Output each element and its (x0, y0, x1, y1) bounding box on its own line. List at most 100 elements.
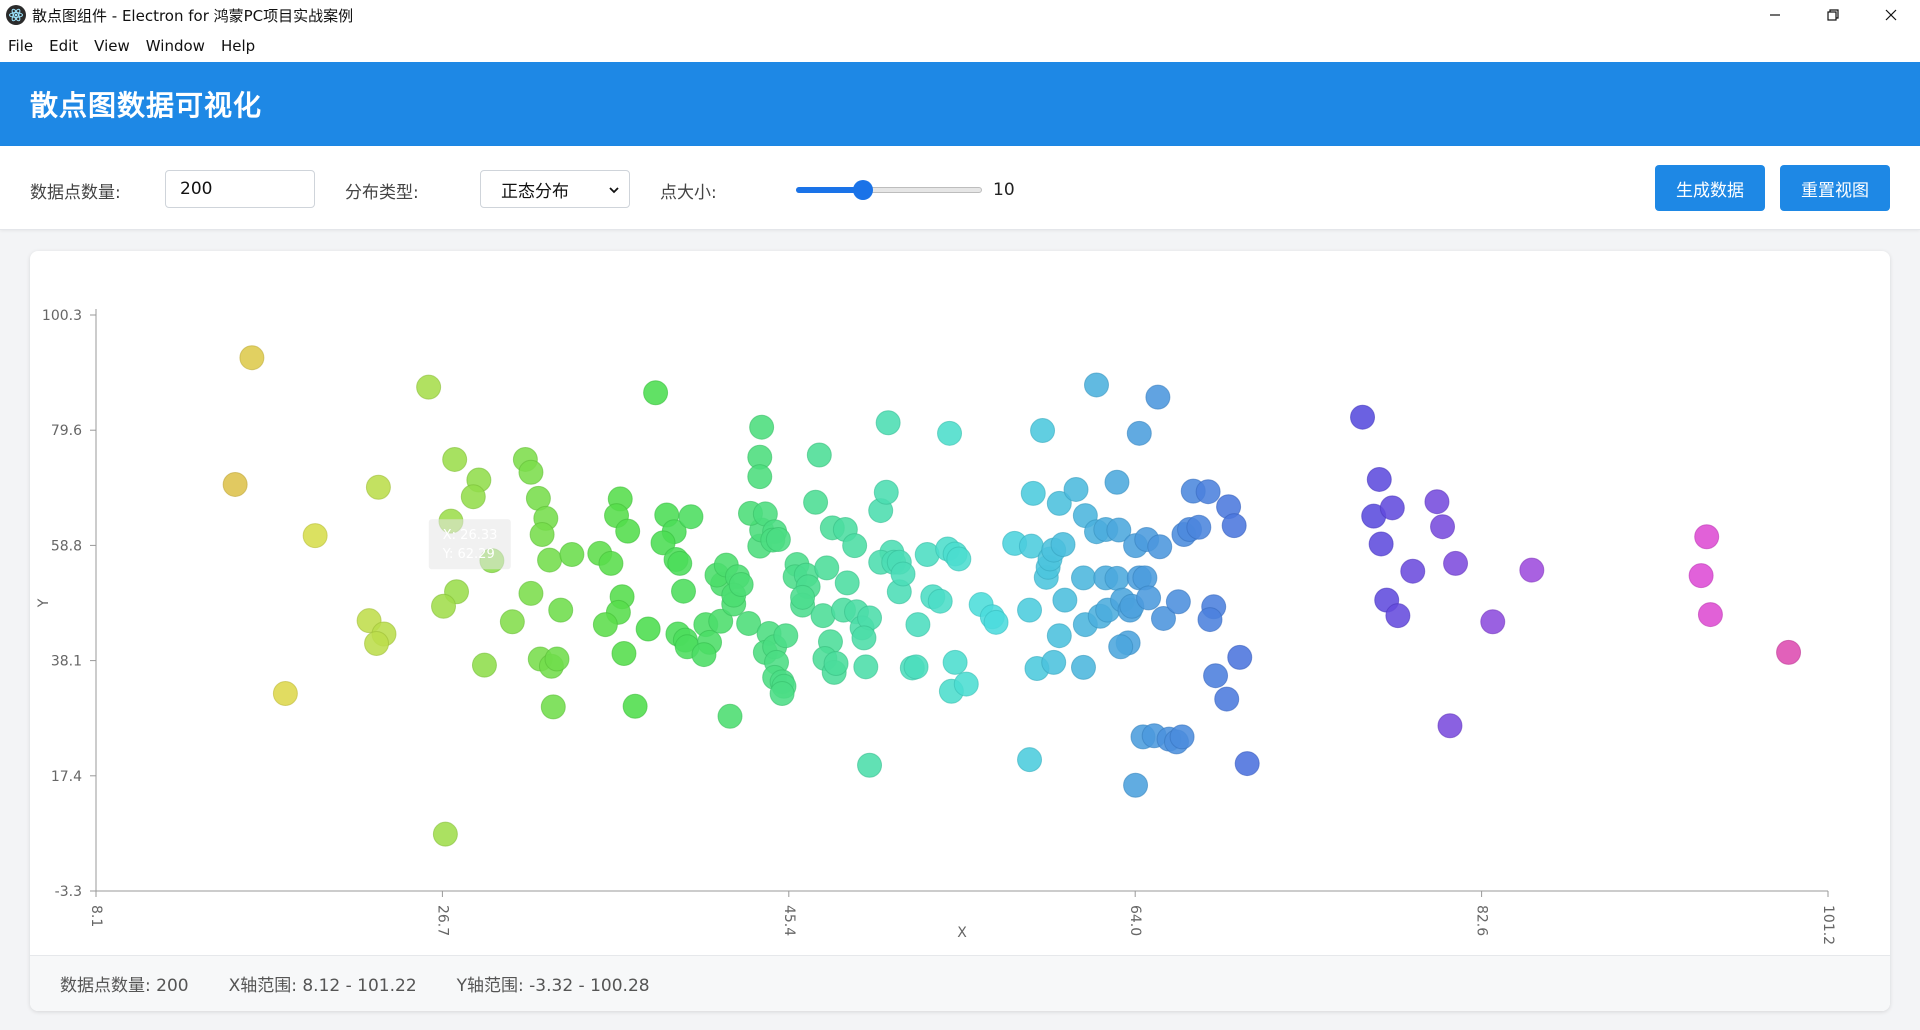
scatter-point[interactable] (667, 550, 693, 576)
scatter-point[interactable] (1443, 550, 1469, 576)
scatter-point[interactable] (717, 703, 743, 729)
scatter-point[interactable] (1697, 602, 1723, 628)
scatter-point[interactable] (983, 609, 1009, 635)
scatter-point[interactable] (460, 484, 486, 510)
scatter-point[interactable] (773, 623, 799, 649)
reset-view-button[interactable]: 重置视图 (1780, 165, 1890, 211)
scatter-plot[interactable]: 100.3 79.6 58.8 38.1 17.4 -3.3 8.1 26.7 45.4 64.0… (30, 251, 1890, 951)
scatter-point[interactable] (671, 578, 697, 604)
scatter-point[interactable] (1227, 644, 1253, 670)
point-size-slider[interactable] (796, 176, 982, 202)
scatter-point[interactable] (953, 671, 979, 697)
scatter-point[interactable] (1030, 418, 1056, 444)
scatter-point[interactable] (1203, 663, 1229, 689)
scatter-point[interactable] (1084, 372, 1110, 398)
scatter-point[interactable] (749, 414, 775, 440)
scatter-point[interactable] (1214, 686, 1240, 712)
scatter-point[interactable] (1379, 495, 1405, 521)
scatter-point[interactable] (1519, 557, 1545, 583)
scatter-point[interactable] (790, 584, 816, 610)
distribution-select[interactable]: 正态分布 (480, 170, 630, 208)
scatter-point[interactable] (1400, 558, 1426, 584)
scatter-point[interactable] (1385, 603, 1411, 629)
scatter-point[interactable] (1366, 466, 1392, 492)
scatter-point[interactable] (1063, 476, 1089, 502)
scatter-point[interactable] (1165, 589, 1191, 615)
scatter-point[interactable] (1195, 479, 1221, 505)
scatter-point[interactable] (903, 654, 929, 680)
scatter-point[interactable] (518, 580, 544, 606)
scatter-point[interactable] (803, 489, 829, 515)
scatter-point[interactable] (678, 504, 704, 530)
scatter-point[interactable] (1126, 420, 1152, 446)
scatter-point[interactable] (1070, 565, 1096, 591)
scatter-point[interactable] (559, 542, 585, 568)
scatter-point[interactable] (1104, 565, 1130, 591)
scatter-point[interactable] (365, 474, 391, 500)
scatter-point[interactable] (548, 597, 574, 623)
scatter-point[interactable] (1169, 724, 1195, 750)
scatter-point[interactable] (1186, 514, 1212, 540)
scatter-point[interactable] (747, 464, 773, 490)
scatter-point[interactable] (946, 546, 972, 572)
scatter-point[interactable] (544, 646, 570, 672)
scatter-point[interactable] (842, 533, 868, 559)
scatter-point[interactable] (416, 374, 442, 400)
scatter-point[interactable] (1104, 469, 1130, 495)
scatter-point[interactable] (611, 640, 637, 666)
scatter-point[interactable] (1052, 587, 1078, 613)
scatter-point[interactable] (598, 550, 624, 576)
scatter-point[interactable] (222, 471, 248, 497)
scatter-point[interactable] (1424, 489, 1450, 515)
scatter-point[interactable] (499, 609, 525, 635)
restore-button[interactable] (1804, 0, 1862, 30)
scatter-point[interactable] (1050, 532, 1076, 558)
scatter-point[interactable] (851, 625, 877, 651)
scatter-point[interactable] (272, 681, 298, 707)
scatter-point[interactable] (765, 527, 791, 553)
slider-thumb[interactable] (852, 180, 873, 200)
scatter-point[interactable] (823, 650, 849, 676)
scatter-point[interactable] (518, 459, 544, 485)
scatter-point[interactable] (1776, 639, 1802, 665)
scatter-point[interactable] (691, 642, 717, 668)
scatter-point[interactable] (873, 479, 899, 505)
scatter-point[interactable] (442, 446, 468, 472)
scatter-point[interactable] (890, 561, 916, 587)
scatter-point[interactable] (1197, 607, 1223, 633)
scatter-point[interactable] (1368, 531, 1394, 557)
scatter-point[interactable] (364, 630, 390, 656)
scatter-point[interactable] (1437, 713, 1463, 739)
scatter-point[interactable] (1108, 634, 1134, 660)
scatter-point[interactable] (540, 694, 566, 720)
scatter-point[interactable] (1221, 513, 1247, 539)
scatter-point[interactable] (622, 693, 648, 719)
scatter-point[interactable] (1234, 751, 1260, 777)
scatter-point[interactable] (1147, 534, 1173, 560)
scatter-point[interactable] (1070, 654, 1096, 680)
scatter-point[interactable] (1145, 384, 1171, 410)
scatter-point[interactable] (937, 420, 963, 446)
scatter-point[interactable] (643, 380, 669, 406)
scatter-point[interactable] (592, 612, 618, 638)
scatter-point[interactable] (853, 654, 879, 680)
scatter-point[interactable] (942, 649, 968, 675)
scatter-point[interactable] (615, 518, 641, 544)
menu-view[interactable]: View (88, 37, 136, 55)
scatter-point[interactable] (905, 612, 931, 638)
scatter-point[interactable] (927, 588, 953, 614)
scatter-point[interactable] (834, 570, 860, 596)
menu-window[interactable]: Window (140, 37, 211, 55)
count-input[interactable] (165, 170, 315, 208)
scatter-point[interactable] (1017, 597, 1043, 623)
scatter-point[interactable] (814, 555, 840, 581)
scatter-point[interactable] (529, 522, 555, 548)
close-button[interactable] (1862, 0, 1920, 30)
menu-help[interactable]: Help (215, 37, 261, 55)
scatter-point[interactable] (432, 821, 458, 847)
scatter-point[interactable] (431, 593, 457, 619)
scatter-point[interactable] (1020, 480, 1046, 506)
scatter-point[interactable] (1046, 623, 1072, 649)
scatter-point[interactable] (1041, 649, 1067, 675)
generate-data-button[interactable]: 生成数据 (1655, 165, 1765, 211)
